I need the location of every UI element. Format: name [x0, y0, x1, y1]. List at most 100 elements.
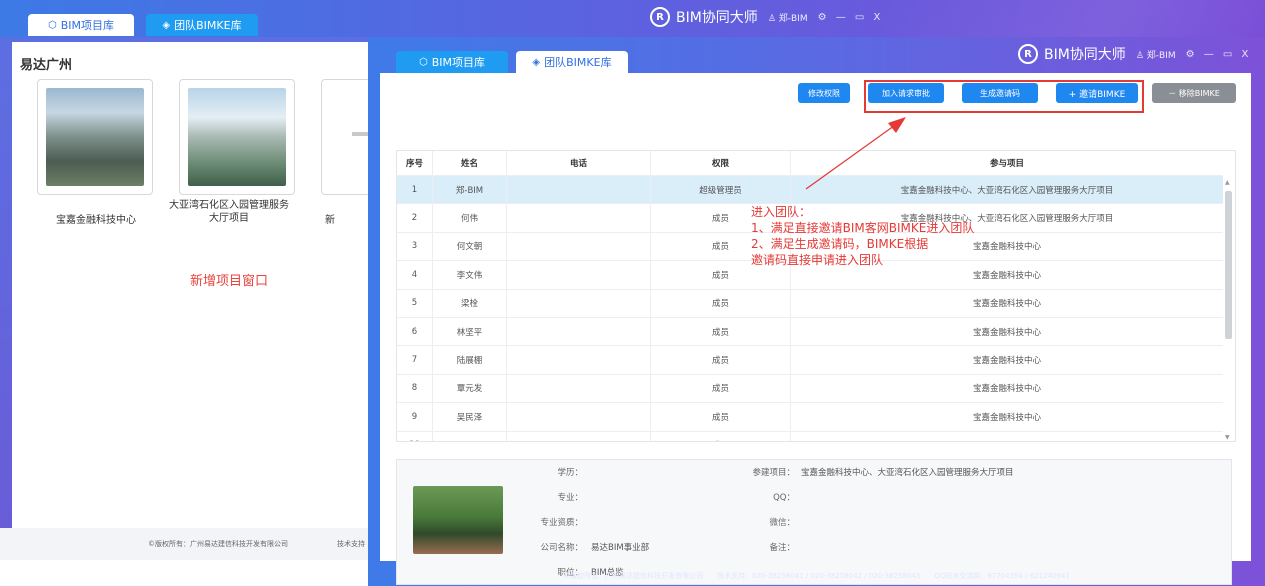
- footer-copyright: ©版权所有：广州易达建信科技开发有限公司: [148, 540, 288, 548]
- table-cell: [507, 318, 651, 346]
- column-header[interactable]: 姓名: [433, 151, 507, 175]
- bg-tab-label: BIM项目库: [60, 19, 114, 32]
- table-row[interactable]: 8 覃元发 成员 宝嘉金融科技中心: [397, 374, 1223, 404]
- window-controls[interactable]: ⚙ — ▭ X: [818, 12, 884, 23]
- table-cell: 林坚平: [433, 318, 507, 346]
- front-window: ⬡ BIM项目库 ◈ 团队BIMKE库 R BIM协同大师 ♙ 郑-BIM ⚙ …: [368, 37, 1265, 586]
- tab-label: 团队BIMKE库: [544, 56, 612, 69]
- table-cell: 超级管理员: [651, 176, 791, 204]
- tab-bim-projects[interactable]: ⬡ BIM项目库: [396, 51, 508, 73]
- table-cell: [791, 432, 1223, 441]
- project-thumbnail: [188, 88, 286, 186]
- table-row[interactable]: 10 成员: [397, 431, 1223, 441]
- qualification-label: 专业资质：: [540, 518, 583, 528]
- highlight-box: [864, 80, 1144, 113]
- table-cell: 2: [397, 204, 433, 232]
- title-group: R BIM协同大师 ♙ 郑-BIM ⚙ — ▭ X: [1018, 44, 1251, 64]
- table-cell: 宝嘉金融科技中心: [972, 412, 1041, 423]
- table-cell: 成员: [651, 374, 791, 403]
- column-header[interactable]: 序号: [397, 151, 433, 175]
- bg-tab-bim-projects[interactable]: ⬡ BIM项目库: [28, 14, 134, 36]
- table-cell: [507, 204, 651, 232]
- project-card[interactable]: [179, 79, 295, 195]
- table-cell: 3: [397, 232, 433, 261]
- user-name[interactable]: ♙ 郑-BIM: [768, 11, 808, 24]
- table-cell: [507, 289, 651, 317]
- table-row[interactable]: 1 郑-BIM 超级管理员 宝嘉金融科技中心、大亚湾石化区入园管理服务大厅项目: [397, 176, 1223, 205]
- table-cell: 8: [397, 374, 433, 403]
- annotation-line: 进入团队：: [751, 205, 812, 219]
- note-label: 备注：: [769, 543, 795, 553]
- table-cell: 成员: [651, 431, 791, 441]
- table-cell: [507, 176, 651, 204]
- table-cell: 陆展棚: [433, 346, 507, 374]
- member-detail-panel: 学历： 专业： 专业资质： 公司名称： 易达BIM事业部 职位： BIM总监 参…: [396, 459, 1232, 585]
- member-photo: [413, 486, 503, 554]
- table-cell: 覃元发: [433, 374, 507, 403]
- qq-label: QQ：: [773, 493, 795, 503]
- app-name: BIM协同大师: [676, 10, 758, 26]
- layers-icon: ◈: [532, 56, 541, 68]
- table-row[interactable]: 9 吴民泽 成员 宝嘉金融科技中心: [397, 403, 1223, 432]
- projects-value: 宝嘉金融科技中心、大亚湾石化区入园管理服务大厅项目: [801, 468, 1014, 478]
- bg-tab-team-bimke[interactable]: ◈ 团队BIMKE库: [146, 14, 258, 36]
- window-controls[interactable]: ⚙ — ▭ X: [1186, 49, 1252, 60]
- table-cell: 宝嘉金融科技中心、大亚湾石化区入园管理服务大厅项目: [900, 185, 1114, 196]
- table-header: 序号 姓名 电话 权限 参与项目: [397, 151, 1223, 176]
- table-cell: [433, 431, 507, 441]
- tab-team-bimke[interactable]: ◈ 团队BIMKE库: [516, 51, 628, 73]
- table-row[interactable]: 5 梁栓 成员 宝嘉金融科技中心: [397, 289, 1223, 318]
- company-label: 公司名称：: [540, 543, 583, 553]
- table-cell: [507, 346, 651, 374]
- modify-permission-button[interactable]: 修改权限: [798, 83, 850, 103]
- table-cell: [507, 261, 651, 289]
- table-cell: 李文伟: [433, 261, 507, 289]
- column-header[interactable]: 权限: [651, 151, 791, 175]
- scroll-thumb[interactable]: [1225, 191, 1232, 339]
- background-bottom: [0, 560, 372, 586]
- table-cell: [507, 403, 651, 431]
- table-cell: 宝嘉金融科技中心: [972, 299, 1041, 310]
- table-cell: 宝嘉金融科技中心: [972, 327, 1041, 338]
- project-name: 新: [325, 215, 335, 226]
- table-cell: [507, 374, 651, 403]
- table-cell: 宝嘉金融科技中心: [972, 356, 1041, 367]
- scroll-up-icon[interactable]: ▲: [1225, 179, 1230, 186]
- scroll-down-icon[interactable]: ▼: [1225, 434, 1230, 441]
- footer-support: 技术支持: [337, 540, 365, 548]
- annotation-line: 邀请码直接申请进入团队: [751, 253, 884, 267]
- table-cell: 10: [397, 431, 433, 441]
- table-cell: 吴民泽: [433, 403, 507, 431]
- project-panel: 易达广州 宝嘉金融科技中心 大亚湾石化区入园管理服务大厅项目 新 新增项目窗口: [12, 42, 381, 528]
- column-header[interactable]: 参与项目: [791, 151, 1223, 175]
- remove-bimke-button[interactable]: － 移除BIMKE: [1152, 83, 1236, 103]
- table-cell: [507, 232, 651, 261]
- member-table: 序号 姓名 电话 权限 参与项目 1 郑-BIM 超级管理员 宝嘉金融科技中心、大亚湾…: [396, 150, 1236, 442]
- front-footer: ©版权所有：广州易达建信科技开发有限公司 技术支持：020-38258041 /…: [563, 572, 1070, 580]
- table-cell: [507, 431, 651, 441]
- table-cell: 6: [397, 318, 433, 346]
- annotation-text: 进入团队： 1、满足直接邀请BIM客网BIMKE进入团队 2、满足生成邀请码，B…: [751, 204, 974, 268]
- bg-tab-label: 团队BIMKE库: [174, 19, 242, 32]
- background-footer: ©版权所有：广州易达建信科技开发有限公司 技术支持: [0, 528, 372, 560]
- table-cell: 1: [397, 176, 433, 204]
- table-row[interactable]: 6 林坚平 成员 宝嘉金融科技中心: [397, 318, 1223, 347]
- table-cell: 成员: [651, 403, 791, 431]
- table-cell: 成员: [651, 318, 791, 346]
- table-scrollbar[interactable]: ▲ ▼: [1224, 179, 1233, 441]
- project-card[interactable]: [37, 79, 153, 195]
- column-header[interactable]: 电话: [507, 151, 651, 175]
- team-panel: 修改权限 加入请求审批 生成邀请码 + 邀请BIMKE － 移除BIMKE 序号…: [380, 73, 1251, 585]
- layers-icon: ◈: [162, 19, 171, 31]
- user-name[interactable]: ♙ 郑-BIM: [1136, 48, 1176, 61]
- annotation-line: 2、满足生成邀请码，BIMKE根据: [751, 237, 929, 251]
- bg-title-group: R BIM协同大师 ♙ 郑-BIM ⚙ — ▭ X: [650, 7, 883, 27]
- education-label: 学历：: [557, 468, 583, 478]
- table-row[interactable]: 7 陆展棚 成员 宝嘉金融科技中心: [397, 346, 1223, 375]
- project-name: 宝嘉金融科技中心: [56, 215, 136, 226]
- table-cell: 5: [397, 289, 433, 317]
- table-cell: 宝嘉金融科技中心: [972, 384, 1041, 395]
- table-cell: 梁栓: [433, 289, 507, 317]
- table-cell: 何文朝: [433, 232, 507, 261]
- cube-icon: ⬡: [47, 19, 57, 31]
